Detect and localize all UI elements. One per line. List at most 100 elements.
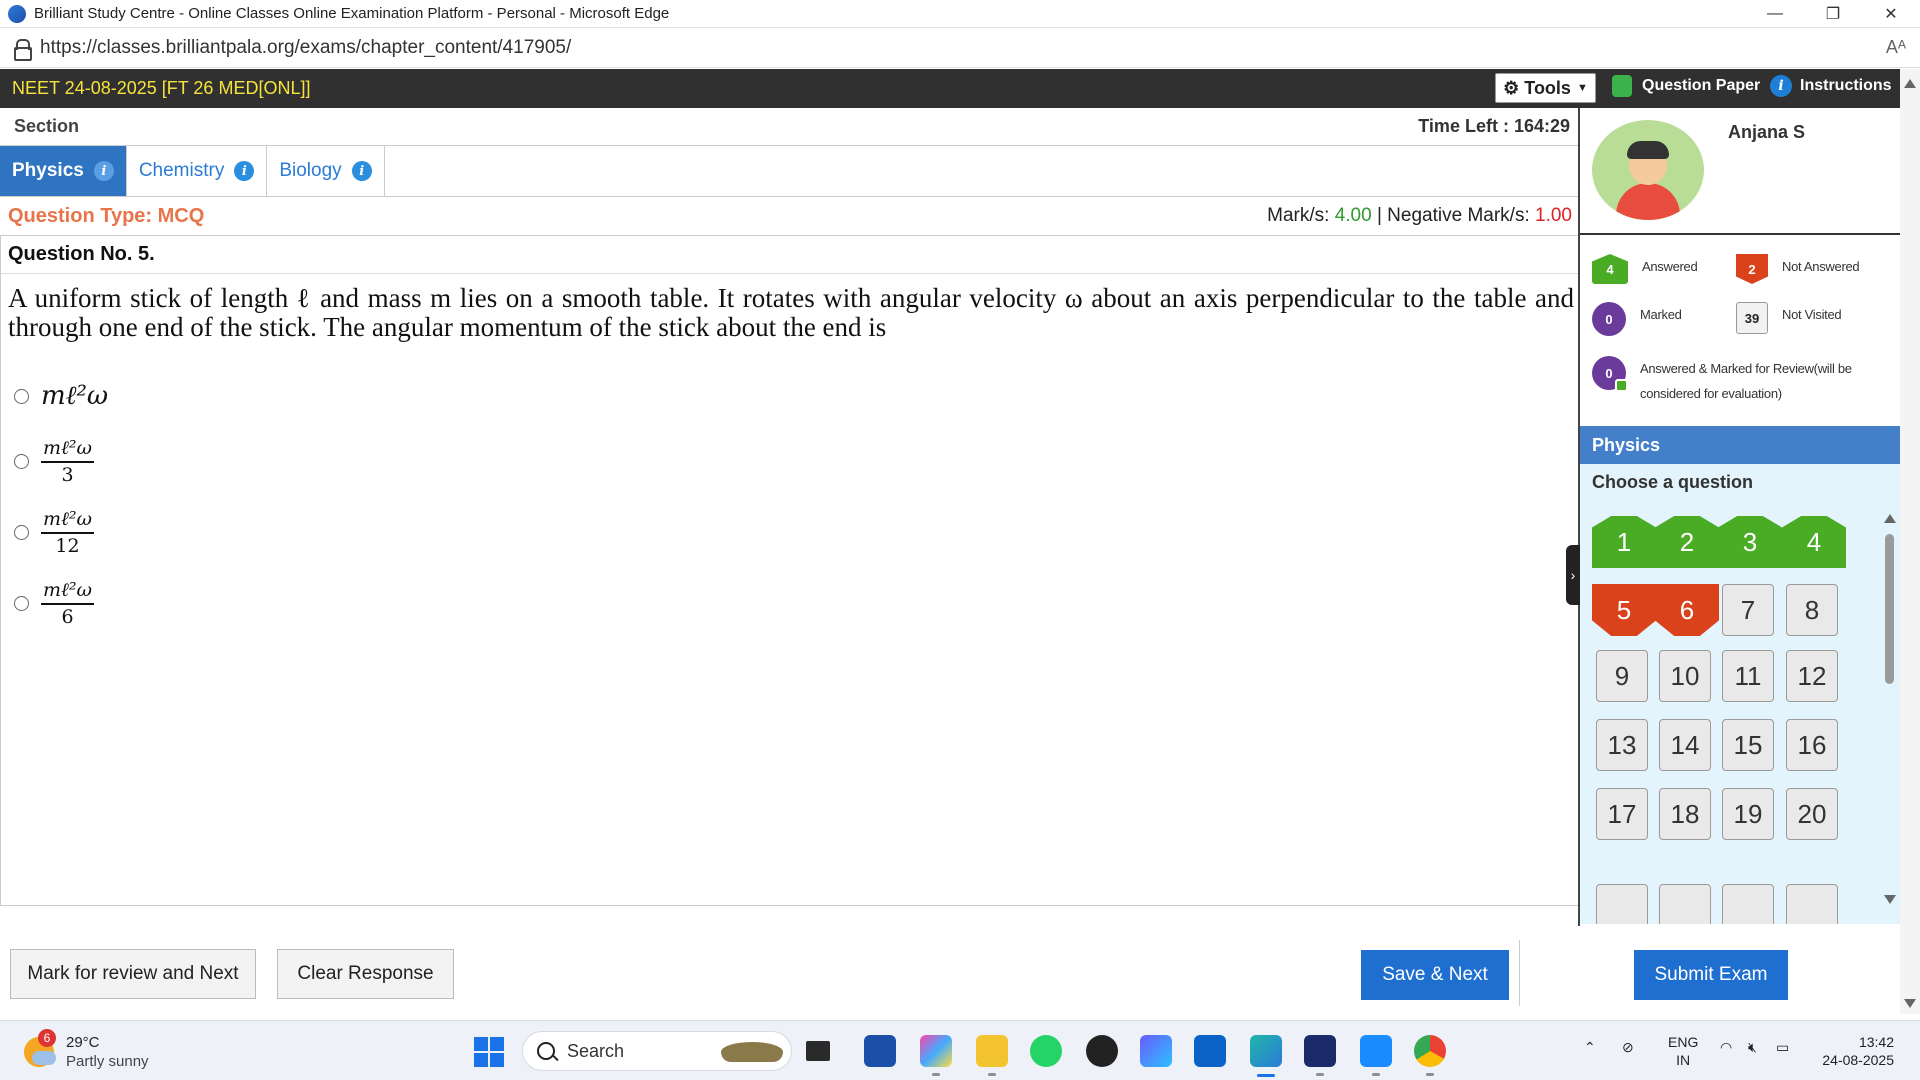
radio-button[interactable] [14, 525, 29, 540]
question-button-5[interactable]: 5 [1592, 584, 1656, 636]
question-button-16[interactable]: 16 [1786, 719, 1838, 771]
option-1[interactable]: mℓ²ω [14, 381, 108, 411]
file-explorer-icon[interactable] [976, 1035, 1008, 1067]
question-button-11[interactable]: 11 [1722, 650, 1774, 702]
question-button-4[interactable]: 4 [1782, 516, 1846, 568]
question-button-partial[interactable] [1659, 884, 1711, 924]
question-button-7[interactable]: 7 [1722, 584, 1774, 636]
tab-chemistry[interactable]: Chemistry i [127, 146, 268, 196]
question-button-20[interactable]: 20 [1786, 788, 1838, 840]
option-3[interactable]: mℓ²ω 12 [14, 508, 95, 557]
dell-icon[interactable] [1086, 1035, 1118, 1067]
wifi-icon[interactable]: ◠ [1720, 1039, 1732, 1056]
avatar-hair [1627, 141, 1669, 159]
question-button-6[interactable]: 6 [1655, 584, 1719, 636]
minimize-button[interactable]: — [1746, 0, 1804, 28]
question-button-9[interactable]: 9 [1596, 650, 1648, 702]
question-button-15[interactable]: 15 [1722, 719, 1774, 771]
submit-exam-button[interactable]: Submit Exam [1634, 950, 1788, 1000]
edge-icon[interactable] [1250, 1035, 1282, 1067]
fraction-denominator: 3 [61, 464, 74, 486]
instructions-button[interactable]: i Instructions [1770, 75, 1892, 97]
weather-widget[interactable]: 6 29°C Partly sunny [24, 1029, 149, 1071]
read-aloud-icon[interactable]: Aᴬ [1886, 37, 1906, 58]
info-icon[interactable]: i [351, 161, 372, 181]
taskbar-search[interactable]: Search [522, 1031, 792, 1071]
speaker-muted-icon[interactable]: 🔇︎ [1748, 1039, 1757, 1056]
question-button-8[interactable]: 8 [1786, 584, 1838, 636]
page-scrollbar[interactable] [1900, 69, 1920, 1014]
exam-header: NEET 24-08-2025 [FT 26 MED[ONL]] ⚙ Tools… [0, 69, 1900, 108]
legend-not-visited: 39 Not Visited [1736, 302, 1842, 334]
option-2[interactable]: mℓ²ω 3 [14, 437, 95, 486]
not-answered-badge: 2 [1736, 254, 1768, 284]
network-off-icon[interactable]: ⊘ [1622, 1039, 1634, 1056]
question-button-partial[interactable] [1722, 884, 1774, 924]
question-paper-button[interactable]: Question Paper [1612, 75, 1760, 97]
question-button-partial[interactable] [1596, 884, 1648, 924]
action-bar: Mark for review and Next Clear Response … [0, 926, 1900, 1014]
clear-response-button[interactable]: Clear Response [277, 949, 454, 999]
marked-badge: 0 [1592, 302, 1626, 336]
store-icon[interactable] [864, 1035, 896, 1067]
chrome-icon[interactable] [1414, 1035, 1446, 1067]
radio-button[interactable] [14, 388, 29, 404]
tab-biology[interactable]: Biology i [267, 146, 385, 196]
radio-button[interactable] [14, 596, 29, 611]
tab-label: Chemistry [138, 160, 225, 181]
app-icon[interactable] [1140, 1035, 1172, 1067]
clock[interactable]: 13:42 24-08-2025 [1818, 1033, 1894, 1069]
whatsapp-icon[interactable] [1030, 1035, 1062, 1067]
running-indicator [932, 1073, 940, 1076]
question-button-2[interactable]: 2 [1655, 516, 1719, 568]
legend-label: Answered & Marked for Review(will be con… [1640, 356, 1852, 406]
question-button-13[interactable]: 13 [1596, 719, 1648, 771]
webex-icon[interactable] [1304, 1035, 1336, 1067]
info-icon[interactable]: i [93, 161, 114, 181]
section-tabs: Physics i Chemistry i Biology i [0, 146, 1580, 197]
scroll-down-arrow-icon[interactable] [1884, 895, 1896, 904]
question-button-10[interactable]: 10 [1659, 650, 1711, 702]
tab-physics[interactable]: Physics i [0, 146, 127, 196]
language-indicator[interactable]: ENG IN [1668, 1033, 1698, 1069]
copilot-icon[interactable] [920, 1035, 952, 1067]
palette-scrollbar[interactable] [1883, 514, 1897, 904]
mark-review-next-button[interactable]: Mark for review and Next [10, 949, 256, 999]
fraction-numerator: mℓ²ω [41, 437, 95, 463]
question-button-17[interactable]: 17 [1596, 788, 1648, 840]
url-text[interactable]: https://classes.brilliantpala.org/exams/… [40, 37, 571, 59]
task-view-icon[interactable] [806, 1041, 830, 1061]
question-button-partial[interactable] [1786, 884, 1838, 924]
save-next-button[interactable]: Save & Next [1361, 950, 1509, 1000]
outlook-icon[interactable] [1194, 1035, 1226, 1067]
collapse-panel-handle[interactable]: › [1566, 545, 1580, 605]
address-bar[interactable]: https://classes.brilliantpala.org/exams/… [0, 29, 1920, 68]
browser-profile-icon[interactable] [8, 4, 26, 23]
clock-date: 24-08-2025 [1822, 1052, 1894, 1068]
divider [0, 905, 1580, 906]
battery-icon[interactable]: ▭ [1776, 1039, 1789, 1056]
question-button-3[interactable]: 3 [1718, 516, 1782, 568]
legend-label: Answered [1642, 259, 1698, 274]
close-button[interactable]: ✕ [1862, 0, 1920, 28]
app-icon[interactable] [1360, 1035, 1392, 1067]
question-button-12[interactable]: 12 [1786, 650, 1838, 702]
restore-button[interactable]: ❐ [1804, 0, 1862, 28]
info-icon[interactable]: i [234, 161, 255, 181]
option-4[interactable]: mℓ²ω 6 [14, 579, 95, 628]
question-button-18[interactable]: 18 [1659, 788, 1711, 840]
scroll-up-arrow-icon[interactable] [1884, 514, 1896, 523]
radio-button[interactable] [14, 454, 29, 469]
chevron-up-icon[interactable]: ⌃ [1584, 1039, 1596, 1056]
tools-dropdown[interactable]: ⚙ Tools ▼ [1495, 73, 1596, 103]
scroll-up-arrow-icon[interactable] [1904, 79, 1916, 88]
avatar-body [1616, 183, 1680, 220]
scroll-down-arrow-icon[interactable] [1904, 999, 1916, 1008]
question-button-1[interactable]: 1 [1592, 516, 1656, 568]
windows-start-icon[interactable] [474, 1037, 504, 1067]
scroll-thumb[interactable] [1885, 534, 1894, 684]
option-expression: mℓ²ω [41, 381, 109, 411]
question-button-19[interactable]: 19 [1722, 788, 1774, 840]
lock-icon[interactable] [12, 39, 32, 61]
question-button-14[interactable]: 14 [1659, 719, 1711, 771]
